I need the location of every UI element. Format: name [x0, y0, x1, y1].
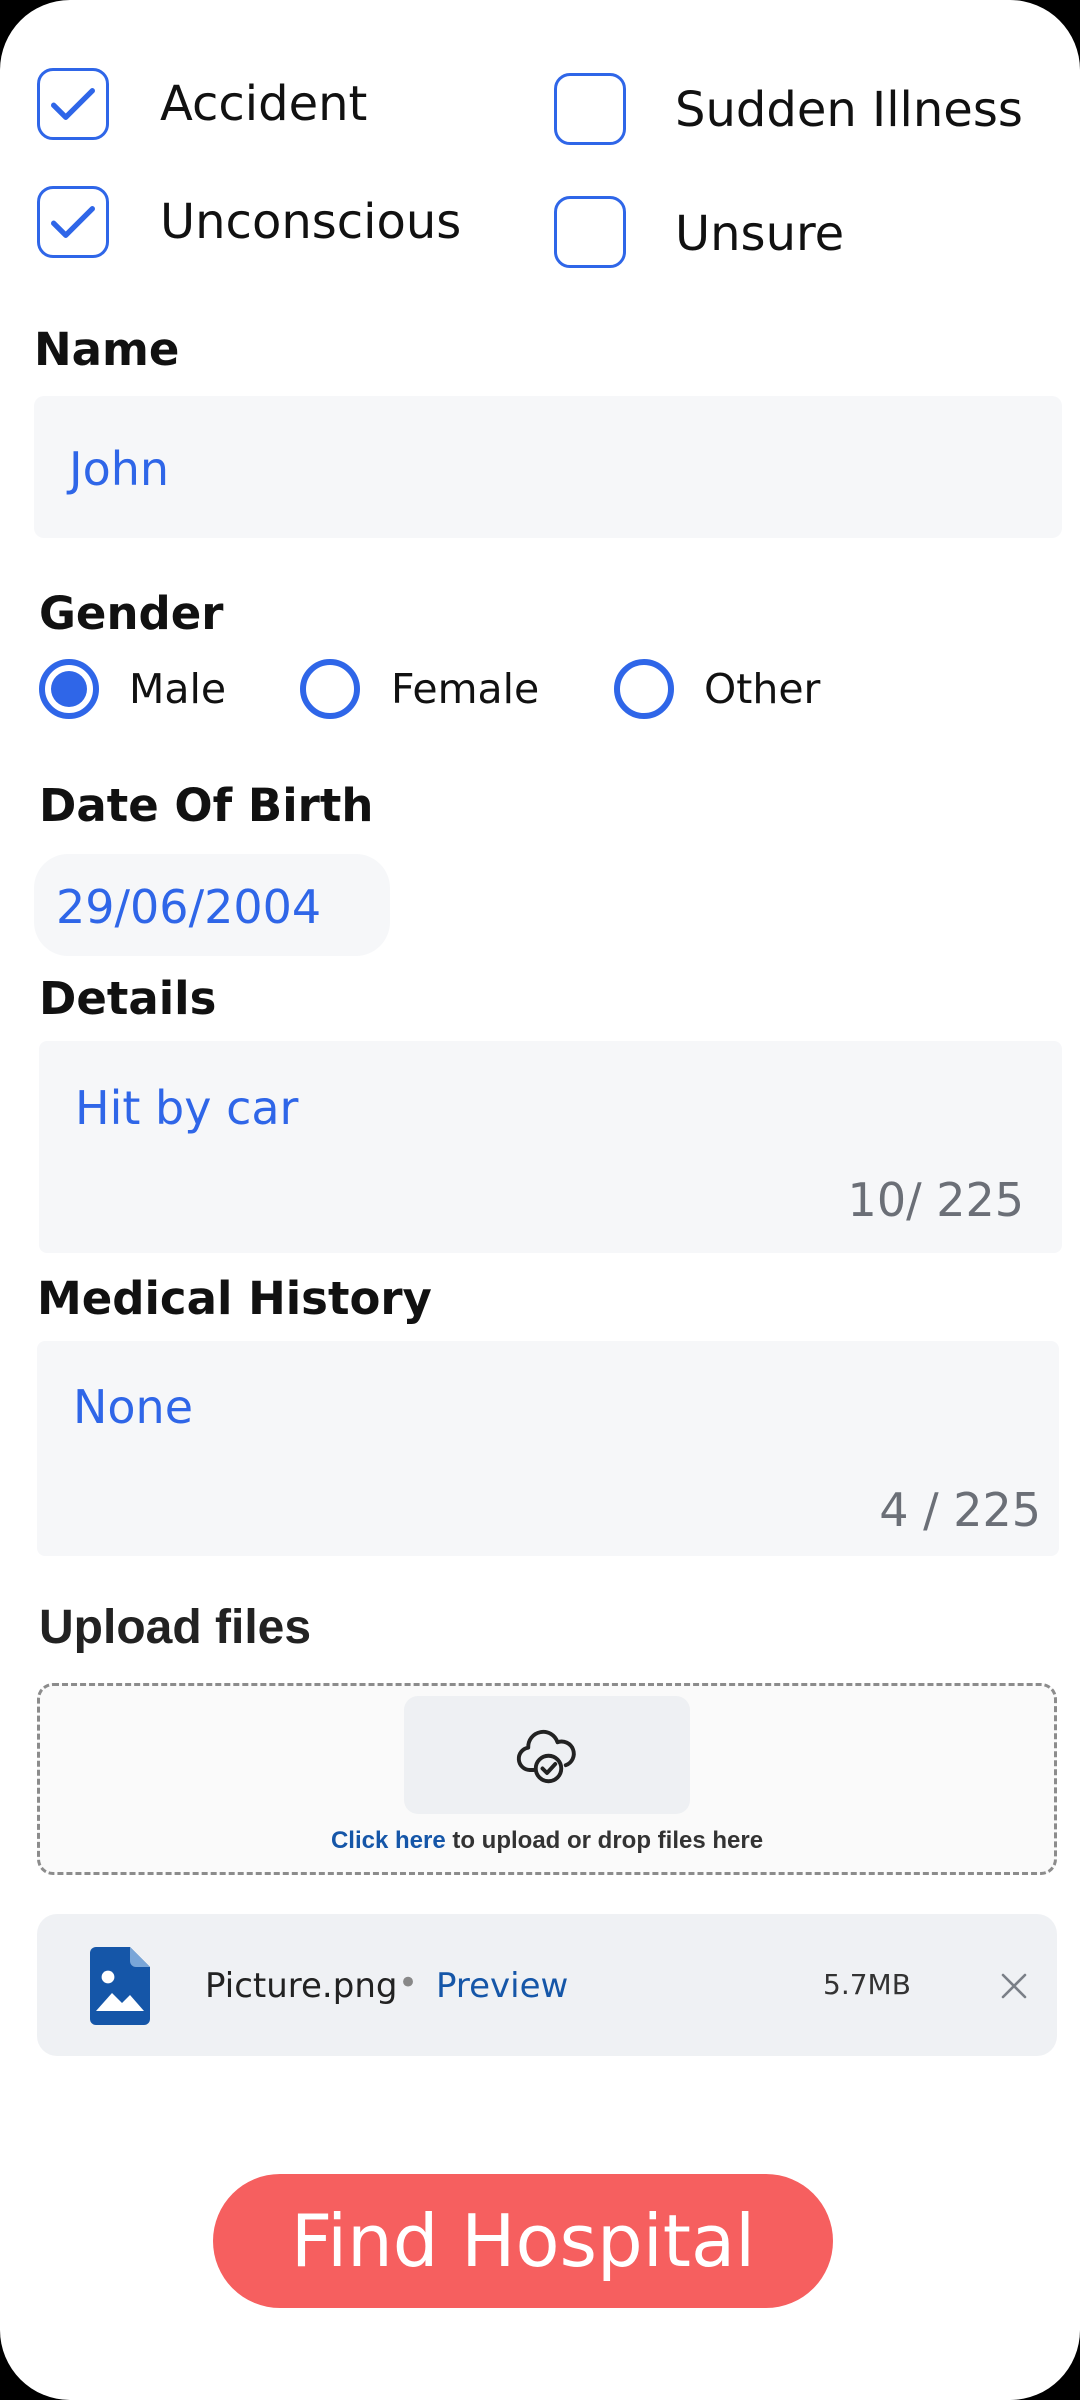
- name-value: John: [69, 442, 170, 496]
- close-icon[interactable]: [999, 1971, 1029, 2001]
- cloud-check-icon: [516, 1729, 576, 1784]
- dob-input[interactable]: 29/06/2004: [34, 854, 390, 956]
- gender-other-label: Other: [704, 665, 821, 713]
- checkmark-icon: [51, 88, 95, 120]
- dob-value: 29/06/2004: [56, 880, 322, 934]
- medical-history-label: Medical History: [37, 1272, 432, 1325]
- upload-button[interactable]: [404, 1696, 690, 1814]
- gender-other-radio[interactable]: [614, 659, 674, 719]
- upload-files-label: Upload files: [39, 1601, 312, 1654]
- radio-selected-dot: [51, 671, 87, 707]
- form-screen: Accident Unconscious Sudden Illness Unsu…: [0, 0, 1080, 2400]
- unsure-checkbox[interactable]: [554, 196, 626, 268]
- checkmark-icon: [51, 206, 95, 238]
- file-preview-link[interactable]: Preview: [436, 1969, 568, 2003]
- file-size: 5.7MB: [823, 1968, 911, 2001]
- gender-female-radio[interactable]: [300, 659, 360, 719]
- medical-history-counter: 4 / 225: [879, 1483, 1041, 1537]
- unconscious-label: Unconscious: [160, 194, 462, 250]
- accident-checkbox[interactable]: [37, 68, 109, 140]
- unconscious-checkbox[interactable]: [37, 186, 109, 258]
- gender-label: Gender: [39, 587, 224, 640]
- sudden-illness-label: Sudden Illness: [675, 82, 1023, 138]
- dob-label: Date Of Birth: [39, 779, 374, 832]
- uploaded-file-card: Picture.png • Preview 5.7MB: [37, 1914, 1057, 2056]
- gender-female-label: Female: [391, 665, 540, 713]
- medical-history-textarea[interactable]: None 4 / 225: [37, 1341, 1059, 1556]
- find-hospital-button[interactable]: Find Hospital: [213, 2174, 833, 2308]
- gender-male-label: Male: [129, 665, 227, 713]
- upload-instruction-rest: to upload or drop files here: [445, 1827, 764, 1854]
- upload-instruction: Click here to upload or drop files here: [0, 1827, 1080, 1855]
- file-separator: •: [398, 1963, 419, 2003]
- medical-history-value: None: [73, 1380, 194, 1434]
- upload-click-here-link[interactable]: Click here: [331, 1827, 446, 1854]
- image-file-icon: [90, 1947, 150, 2025]
- accident-label: Accident: [160, 76, 368, 132]
- details-counter: 10/ 225: [847, 1173, 1024, 1227]
- gender-male-radio[interactable]: [39, 659, 99, 719]
- unsure-label: Unsure: [675, 206, 845, 262]
- details-label: Details: [39, 972, 217, 1025]
- file-name: Picture.png: [205, 1966, 398, 2006]
- details-value: Hit by car: [75, 1081, 299, 1135]
- name-label: Name: [34, 323, 180, 376]
- details-textarea[interactable]: Hit by car 10/ 225: [39, 1041, 1062, 1253]
- name-input[interactable]: John: [34, 396, 1062, 538]
- sudden-illness-checkbox[interactable]: [554, 73, 626, 145]
